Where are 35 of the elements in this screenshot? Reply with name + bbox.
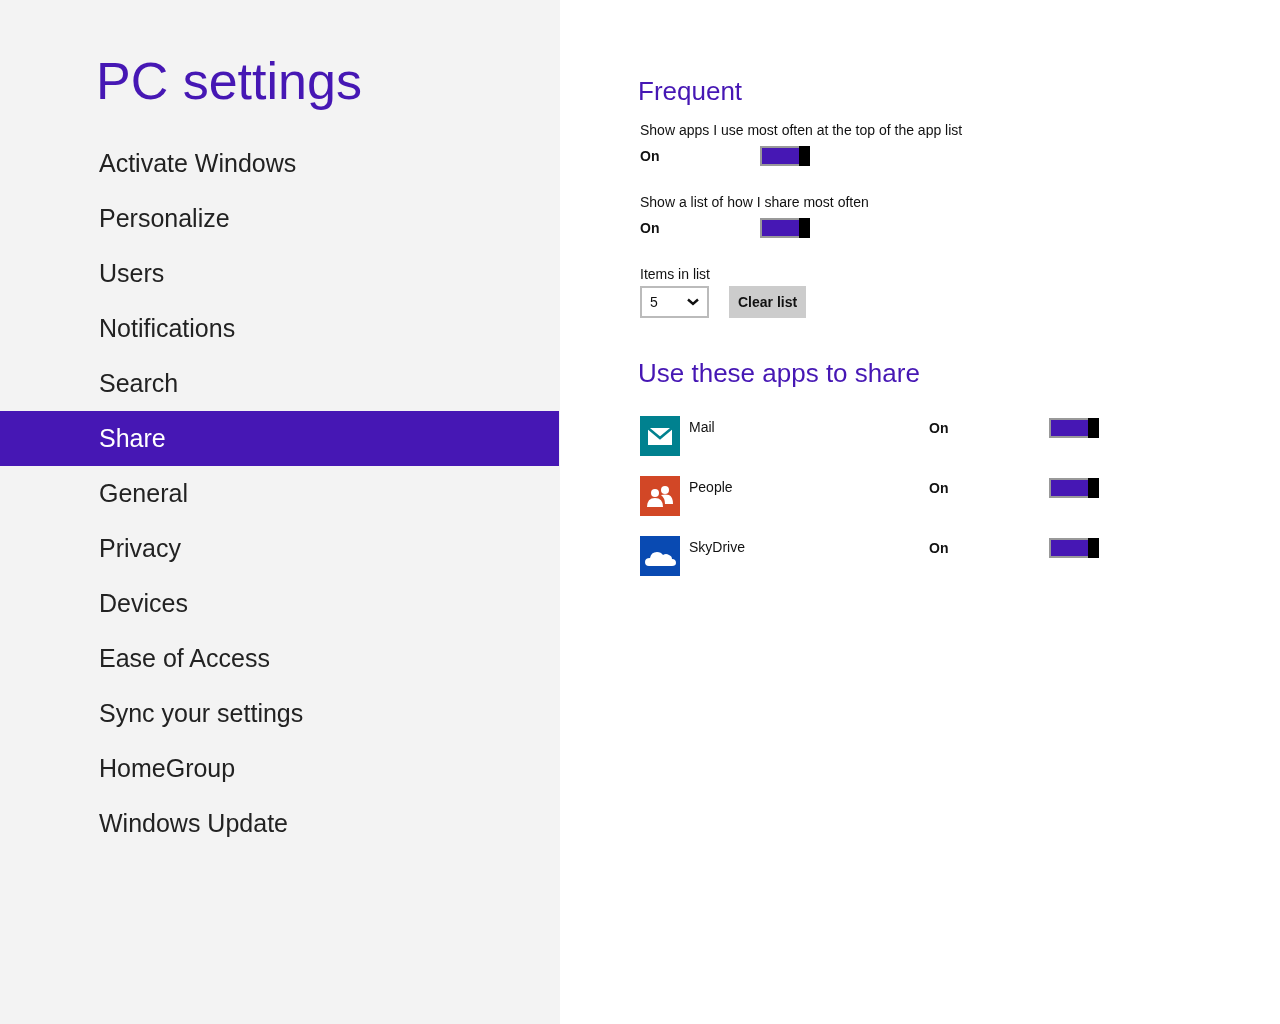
toggle-state: On — [929, 480, 950, 496]
toggle-state: On — [640, 148, 661, 164]
nav-item[interactable]: Devices — [0, 576, 559, 631]
nav-item[interactable]: Notifications — [0, 301, 559, 356]
toggle-switch[interactable] — [760, 146, 810, 166]
app-name: SkyDrive — [689, 539, 746, 555]
toggle-state: On — [640, 220, 661, 236]
section-heading: Use these apps to share — [638, 357, 921, 390]
chevron-down-icon — [687, 298, 699, 306]
toggle-switch[interactable] — [1049, 478, 1099, 498]
clear-list-button[interactable]: Clear list — [729, 286, 807, 318]
nav-item[interactable]: Privacy — [0, 521, 559, 576]
setting-label: Show a list of how I share most often — [640, 193, 870, 212]
count-dropdown[interactable]: 5 — [640, 286, 709, 318]
page-title: PC settings — [96, 51, 363, 112]
toggle-switch[interactable] — [1049, 538, 1099, 558]
setting-label: Items in list — [640, 265, 711, 284]
toggle-switch[interactable] — [1049, 418, 1099, 438]
app-name: Mail — [689, 419, 716, 435]
nav-item[interactable]: Search — [0, 356, 559, 411]
nav-item[interactable]: Share — [0, 411, 559, 466]
nav-item[interactable]: General — [0, 466, 559, 521]
nav-item[interactable]: Sync your settings — [0, 686, 559, 741]
toggle-state: On — [929, 540, 950, 556]
nav-item[interactable]: Personalize — [0, 191, 559, 246]
app-name: People — [689, 479, 734, 495]
nav-item[interactable]: Windows Update — [0, 796, 559, 851]
nav-item[interactable]: Users — [0, 246, 559, 301]
toggle-state: On — [929, 420, 950, 436]
section-heading: Frequent — [638, 75, 744, 108]
toggle-switch[interactable] — [760, 218, 810, 238]
setting-label: Show apps I use most often at the top of the app list — [640, 121, 964, 140]
nav-item[interactable]: Ease of Access — [0, 631, 559, 686]
nav-item[interactable]: HomeGroup — [0, 741, 559, 796]
nav-item[interactable]: Activate Windows — [0, 136, 559, 191]
